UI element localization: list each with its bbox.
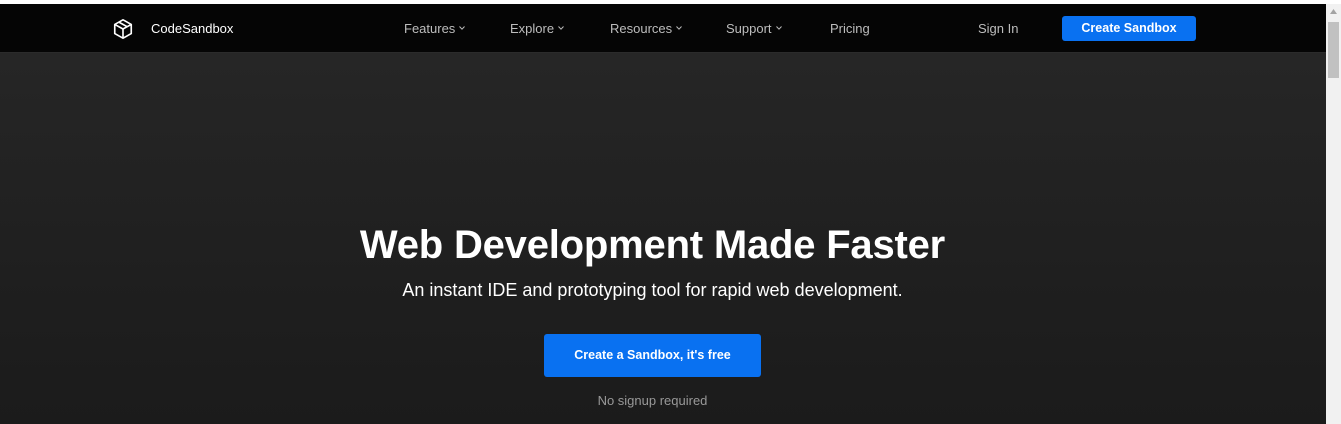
chevron-down-icon (676, 26, 683, 30)
chevron-down-icon (775, 26, 782, 30)
chevron-down-icon (558, 26, 564, 30)
hero-title: Web Development Made Faster (359, 223, 946, 267)
scrollbar-thumb[interactable] (1328, 22, 1339, 78)
nav-item-features[interactable]: Features (404, 21, 466, 36)
hero-section: Web Development Made Faster An instant I… (0, 53, 1326, 424)
page-viewport: CodeSandbox Features Explore Resources S… (0, 4, 1326, 424)
sign-in-link[interactable]: Sign In (978, 21, 1018, 36)
create-free-sandbox-button[interactable]: Create a Sandbox, it's free (544, 334, 761, 377)
nav-item-label: Support (726, 21, 772, 36)
scroll-up-arrow-icon[interactable] (1330, 9, 1337, 14)
nav-item-support[interactable]: Support (726, 21, 782, 36)
nav-item-label: Features (404, 21, 456, 36)
nav-item-label: Explore (510, 21, 555, 36)
codesandbox-cube-icon[interactable] (112, 18, 134, 40)
create-sandbox-button[interactable]: Create Sandbox (1062, 16, 1196, 41)
hero-subtitle: An instant IDE and prototyping tool for … (402, 280, 903, 300)
no-signup-note: No signup required (597, 393, 708, 408)
nav-item-label: Pricing (830, 21, 870, 36)
nav-item-explore[interactable]: Explore (510, 21, 564, 36)
top-navigation-bar: CodeSandbox Features Explore Resources S… (0, 4, 1326, 53)
brand-name[interactable]: CodeSandbox (151, 21, 233, 36)
nav-item-pricing[interactable]: Pricing (830, 21, 870, 36)
nav-item-resources[interactable]: Resources (610, 21, 683, 36)
nav-item-label: Resources (610, 21, 673, 36)
vertical-scrollbar[interactable] (1326, 4, 1341, 424)
chevron-down-icon (459, 26, 466, 30)
